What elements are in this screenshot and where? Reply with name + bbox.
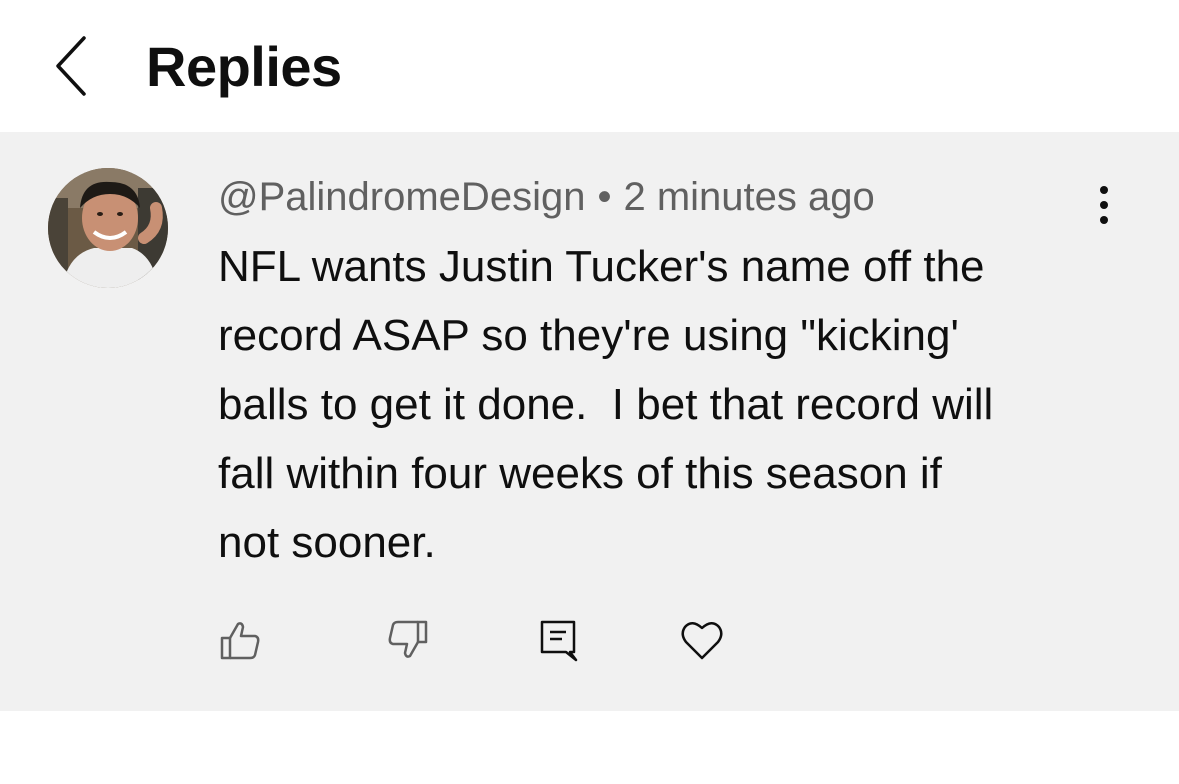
comment-icon <box>540 620 578 662</box>
avatar-photo <box>48 168 168 288</box>
comment-text: NFL wants Justin Tucker's name off the r… <box>218 242 994 567</box>
comment-actions <box>0 610 1179 670</box>
comment-card: @PalindromeDesign • 2 minutes ago NFL want… <box>0 132 1179 711</box>
like-button[interactable] <box>210 610 270 670</box>
comment-meta: @PalindromeDesign • 2 minutes ago <box>218 174 875 220</box>
reply-button[interactable] <box>528 610 588 670</box>
user-avatar[interactable] <box>48 168 168 288</box>
footer-space <box>0 711 1179 784</box>
heart-icon <box>681 622 723 660</box>
heart-button[interactable] <box>672 610 732 670</box>
comment-username[interactable]: @PalindromeDesign <box>218 175 585 219</box>
header-bar: Replies <box>0 0 1179 132</box>
more-vertical-icon <box>1100 186 1108 224</box>
comment-timestamp: 2 minutes ago <box>623 175 875 219</box>
thumbs-down-icon <box>388 620 428 658</box>
page-title: Replies <box>146 35 342 98</box>
meta-separator: • <box>597 175 612 219</box>
thumbs-up-icon <box>220 622 260 660</box>
chevron-left-icon <box>56 36 86 96</box>
more-options-button[interactable] <box>1084 180 1124 230</box>
dislike-button[interactable] <box>378 610 438 670</box>
back-button[interactable] <box>40 30 104 102</box>
